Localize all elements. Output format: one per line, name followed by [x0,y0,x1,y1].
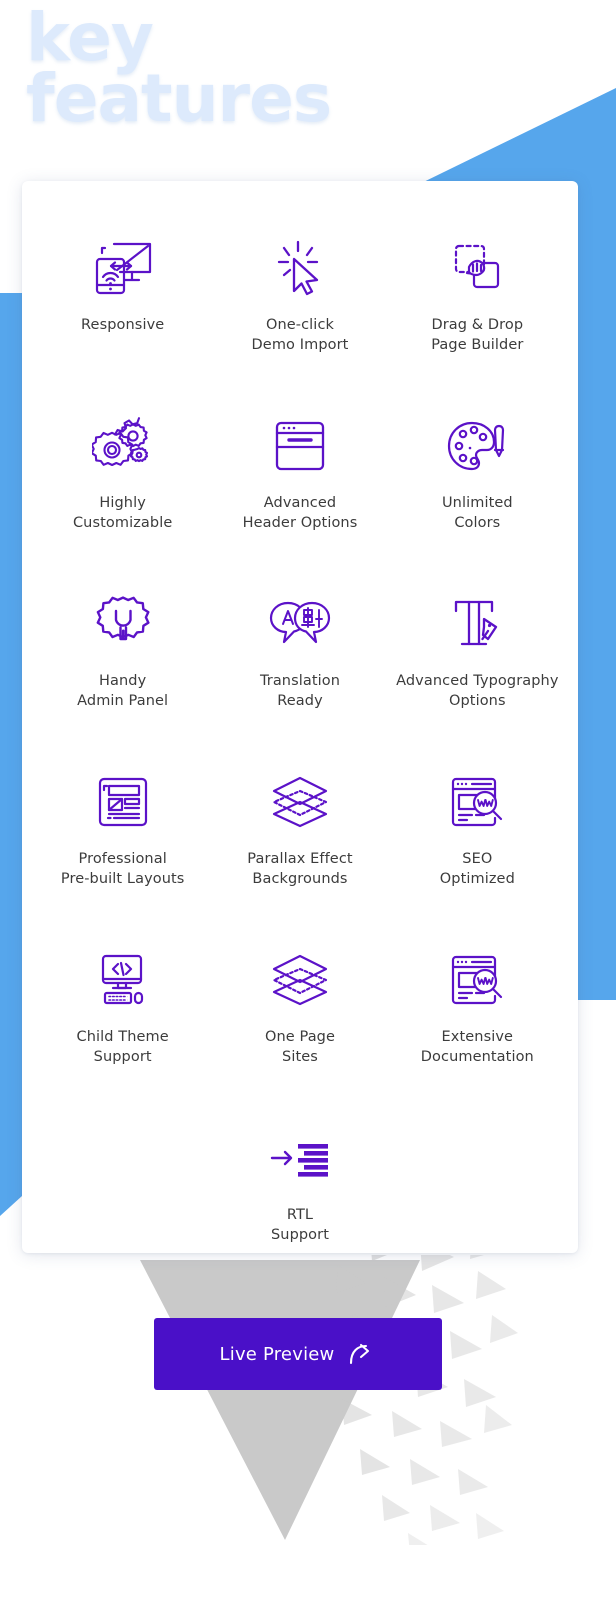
feature-label: Advanced Header Options [242,495,358,531]
feature-item-translation-ready[interactable]: Translation Ready [211,573,388,751]
feature-label: SEO Optimized [439,851,515,887]
color-palette-icon [438,407,516,485]
shatter-triangle-decoration [140,1255,518,1545]
feature-label: Child Theme Support [76,1029,169,1065]
feature-label: Unlimited Colors [441,495,513,531]
feature-item-one-click-demo-import[interactable]: One-click Demo Import [211,217,388,395]
feature-label: Extensive Documentation [420,1029,534,1065]
feature-item-seo-optimized[interactable]: SEO Optimized [389,751,566,929]
feature-item-handy-admin-panel[interactable]: Handy Admin Panel [34,573,211,751]
feature-label: Professional Pre-built Layouts [60,851,185,887]
feature-grid: Responsive One-click Demo Import Drag & … [34,217,566,1285]
responsive-devices-icon [84,229,162,307]
layers-stack-icon [261,763,339,841]
feature-item-advanced-header-options[interactable]: Advanced Header Options [211,395,388,573]
layers-stack-icon [261,941,339,1019]
feature-item-advanced-typography-options[interactable]: Advanced Typography Options [389,573,566,751]
code-monitor-icon [84,941,162,1019]
seo-search-icon [438,763,516,841]
feature-card: Responsive One-click Demo Import Drag & … [22,181,578,1253]
feature-label: Highly Customizable [72,495,173,531]
feature-label: Handy Admin Panel [77,673,169,709]
feature-item-extensive-documentation[interactable]: Extensive Documentation [389,929,566,1107]
feature-label: Parallax Effect Backgrounds [247,851,353,887]
feature-item-parallax-effect-backgrounds[interactable]: Parallax Effect Backgrounds [211,751,388,929]
feature-item-professional-prebuilt-layouts[interactable]: Professional Pre-built Layouts [34,751,211,929]
drag-drop-icon [438,229,516,307]
live-preview-label: Live Preview [219,1343,335,1365]
feature-item-child-theme-support[interactable]: Child Theme Support [34,929,211,1107]
feature-item-drag-drop-page-builder[interactable]: Drag & Drop Page Builder [389,217,566,395]
translation-bubbles-icon [261,585,339,663]
gears-icon [84,407,162,485]
browser-header-icon [261,407,339,485]
feature-label: One Page Sites [264,1029,336,1065]
share-arrow-icon [350,1343,370,1365]
page-root: key features Responsive One-click Demo I… [0,0,616,1610]
feature-item-rtl-support[interactable]: RTL Support [211,1107,388,1285]
feature-label: RTL Support [270,1207,329,1243]
feature-label: Drag & Drop Page Builder [431,317,524,353]
feature-label: Translation Ready [259,673,341,709]
rtl-arrow-lines-icon [261,1119,339,1197]
feature-item-responsive[interactable]: Responsive [34,217,211,395]
gear-wrench-icon [84,585,162,663]
feature-label: Responsive [81,317,165,333]
feature-item-one-page-sites[interactable]: One Page Sites [211,929,388,1107]
feature-label: One-click Demo Import [251,317,349,353]
feature-item-highly-customizable[interactable]: Highly Customizable [34,395,211,573]
feature-item-unlimited-colors[interactable]: Unlimited Colors [389,395,566,573]
cursor-click-icon [261,229,339,307]
page-title: key features [26,0,332,137]
feature-label: Advanced Typography Options [396,673,559,709]
layout-wireframe-icon [84,763,162,841]
seo-search-icon [438,941,516,1019]
live-preview-button[interactable]: Live Preview [154,1318,442,1390]
typography-pen-icon [438,585,516,663]
